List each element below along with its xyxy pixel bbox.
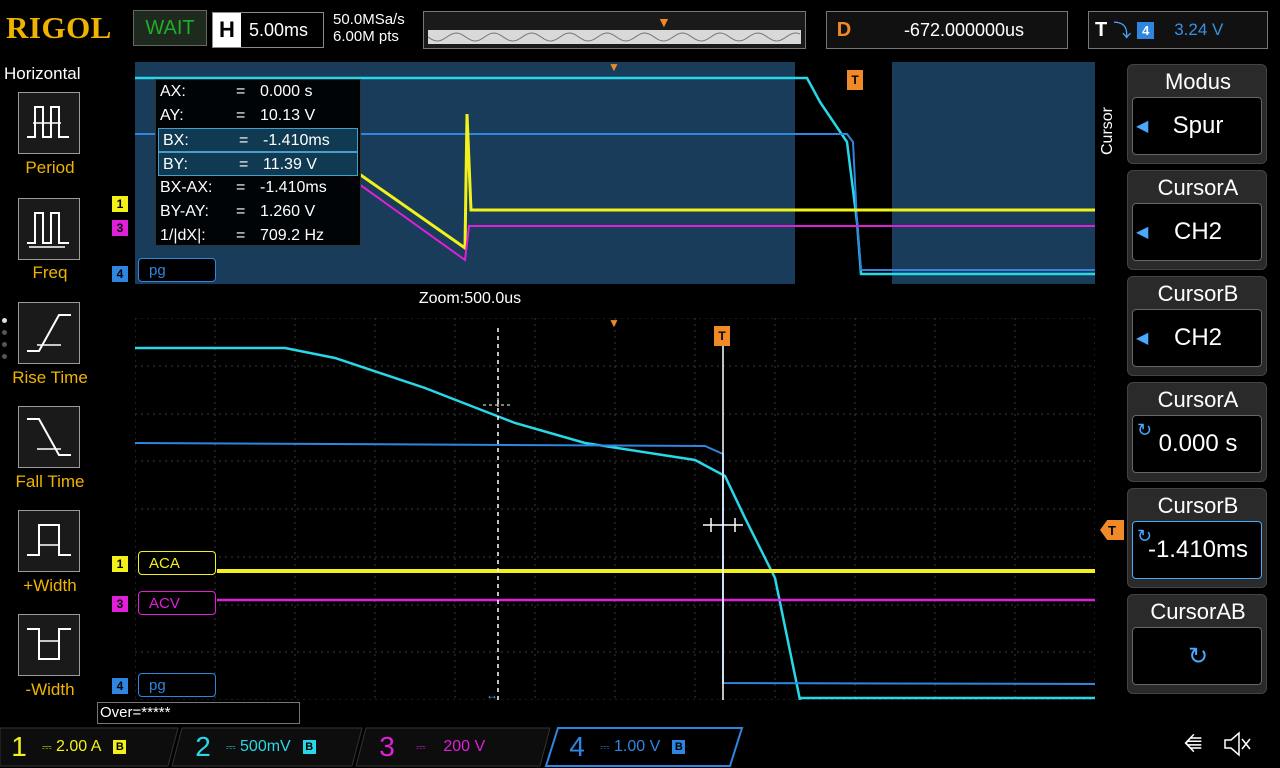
period-button[interactable] [18,92,80,154]
horizontal-delay[interactable]: D -672.000000us [826,11,1068,49]
graticule [135,318,1095,700]
run-status-badge[interactable]: WAIT [133,10,207,46]
cursor-row-ax: AX: = 0.000 s [160,83,313,100]
speaker-muted-icon[interactable] [1222,730,1252,758]
memory-waveform-bar [428,30,801,44]
trigger-source: 4 [1137,21,1155,39]
ch2-bandwidth-icon: B [302,740,316,754]
period-label: Period [25,158,75,177]
main-waveform-grid[interactable] [135,318,1095,700]
ch4-marker[interactable]: 4 [112,678,128,694]
usb-icon: ⭅ [1184,734,1202,756]
cursor-row-bx-ax: BX-AX: = -1.410ms [160,179,327,196]
neg-width-label: -Width [25,680,75,699]
rise-time-label: Rise Time [12,368,88,387]
channel-status-bar: 1 ⎓ 2.00 A B 2 ⎓ 500mV B 3 ⎓ 200 V 4 ⎓ 1… [0,724,1280,768]
acquisition-info: 50.0MSa/s 6.00M pts [333,11,405,45]
trigger-level-marker[interactable]: T [1100,520,1124,540]
zoom-ch3-marker[interactable]: 3 [112,220,128,236]
cursor-a-source-softkey[interactable]: CursorA ◀ CH2 [1127,170,1267,270]
ch3-marker[interactable]: 3 [112,596,128,612]
cursor-row-freq: 1/|dX|: = 709.2 Hz [160,227,325,244]
memory-depth: 6.00M pts [333,28,399,45]
cursor-readout-panel: AX: = 0.000 s AY: = 10.13 V BX: = -1.410ms BY:… [155,79,361,246]
memory-waveform-icon [428,32,801,42]
top-status-bar: RIGOL WAIT H 5.00ms 50.0MSa/s 6.00M pts … [0,0,1280,60]
menu-title: Horizontal [4,64,81,83]
ch1-scale: ⎓ 2.00 A [42,738,102,755]
neg-width-button[interactable] [18,614,80,676]
knob-icon: ↻ [1187,643,1209,670]
cursor-row-bx: BX: = -1.410ms [158,128,358,152]
fall-time-button[interactable] [18,406,80,468]
freq-label: Freq [32,263,68,282]
cursor-a-position-softkey[interactable]: CursorA ↻ 0.000 s [1127,382,1267,482]
cursor-b-position-softkey[interactable]: CursorB ↻ -1.410ms [1127,488,1267,588]
cursor-a-bottom-marker[interactable]: ↔ [486,688,498,702]
fall-time-icon [27,418,71,456]
rise-time-button[interactable] [18,302,80,364]
mode-softkey[interactable]: Modus ◀ Spur [1127,64,1267,164]
ch1-tag[interactable]: ACA [138,551,216,575]
zoom-ch4-tag[interactable]: pg [138,258,216,282]
cursor-row-by: BY: = 11.39 V [158,152,358,176]
ch3-scale: ⎓ 200 V [416,738,486,755]
horizontal-label: H [213,13,241,47]
cursor-row-by-ay: BY-AY: = 1.260 V [160,203,316,220]
pos-width-label: +Width [23,576,77,595]
period-icon [27,106,69,138]
cursor-ab-softkey[interactable]: CursorAB ↻ [1127,594,1267,694]
horizontal-measure-menu: Horizontal Period Freq Rise Time Fall Ti… [0,60,97,700]
trigger-settings[interactable]: T ⤵ 4 3.24 V [1088,11,1268,49]
freq-icon [27,212,69,248]
sample-rate: 50.0MSa/s [333,11,405,28]
zoom-timebase-label: Zoom:500.0us [418,290,522,307]
falling-edge-icon: ⤵ [1113,21,1132,41]
ch2-scale: ⎓ 500mV [226,738,291,755]
ch3-status[interactable]: 3 ⎓ 200 V [372,728,485,766]
main-trace-ch2 [135,346,802,700]
pos-width-button[interactable] [18,510,80,572]
rise-time-icon [27,314,71,352]
horizontal-timebase[interactable]: H 5.00ms [212,12,324,48]
menu-page-indicator [2,318,8,366]
timebase-value: 5.00ms [249,19,309,40]
cursor-b-source-softkey[interactable]: CursorB ◀ CH2 [1127,276,1267,376]
trigger-label: T [1095,18,1108,41]
zoom-trace-ch3 [344,173,1095,262]
over-status: Over=***** [97,702,300,724]
main-trace-ch4 [135,442,1095,685]
ch1-marker[interactable]: 1 [112,556,128,572]
fall-time-label: Fall Time [15,472,85,491]
zoom-delay-marker: ▼ [608,60,620,74]
neg-width-icon [27,628,71,660]
ch1-bandwidth-icon: B [113,740,127,754]
pos-width-icon [27,524,71,556]
trigger-position-marker: ▼ [657,14,671,30]
trigger-level: 3.24 V [1174,20,1224,39]
memory-overview[interactable]: ▼ [423,11,806,49]
cursor-row-ay: AY: = 10.13 V [160,107,316,124]
ch4-scale: ⎓ 1.00 V [600,738,661,755]
cursor-menu-label: Cursor [1099,107,1116,156]
zoom-trigger-marker[interactable]: T [847,70,863,90]
ch4-bandwidth-icon: B [672,740,686,754]
ch1-status[interactable]: 1 ⎓ 2.00 A B [4,728,127,766]
delay-label: D [836,18,852,41]
ch2-status[interactable]: 2 ⎓ 500mV B [188,728,316,766]
ch4-status[interactable]: 4 ⎓ 1.00 V B [562,728,686,766]
delay-value: -672.000000us [903,19,1025,40]
zoom-ch4-marker[interactable]: 4 [112,266,128,282]
ch3-tag[interactable]: ACV [138,591,216,615]
brand-logo: RIGOL [6,10,112,45]
ch4-tag[interactable]: pg [138,673,216,697]
freq-button[interactable] [18,198,80,260]
main-waveform-svg [135,318,1095,700]
main-trigger-marker[interactable]: T [714,326,730,346]
zoom-ch1-marker[interactable]: 1 [112,196,128,212]
main-delay-marker: ▼ [608,316,620,330]
